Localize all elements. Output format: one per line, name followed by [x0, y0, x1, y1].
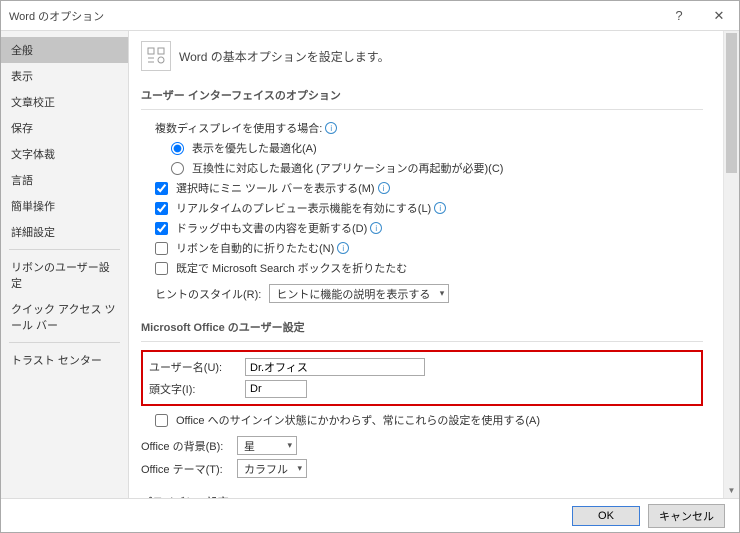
sidebar-item-ease[interactable]: 簡単操作: [1, 193, 128, 219]
scroll-thumb[interactable]: [726, 33, 737, 173]
chk-ms-search-collapse[interactable]: 既定で Microsoft Search ボックスを折りたたむ: [155, 260, 407, 276]
sidebar-item-general[interactable]: 全般: [1, 37, 128, 63]
username-label: ユーザー名(U):: [149, 359, 245, 375]
sidebar: 全般 表示 文章校正 保存 文字体裁 言語 簡単操作 詳細設定 リボンのユーザー…: [1, 31, 129, 498]
chk-always-use-settings[interactable]: Office へのサインイン状態にかかわらず、常にこれらの設定を使用する(A): [155, 412, 540, 428]
radio-compat-priority[interactable]: 互換性に対応した最適化 (アプリケーションの再起動が必要)(C): [171, 160, 503, 176]
ok-button[interactable]: OK: [572, 506, 640, 526]
chk-drag-update[interactable]: ドラッグ中も文書の内容を更新する(D): [155, 220, 367, 236]
titlebar: Word のオプション ? ✕: [1, 1, 739, 31]
page-title: Word の基本オプションを設定します。: [179, 48, 390, 65]
help-button[interactable]: ?: [659, 1, 699, 31]
scrollbar[interactable]: ▲ ▼: [723, 31, 739, 498]
office-theme-select[interactable]: カラフル: [237, 459, 307, 478]
info-icon[interactable]: i: [325, 122, 337, 134]
initials-input[interactable]: [245, 380, 307, 398]
username-input[interactable]: [245, 358, 425, 376]
chk-auto-collapse-ribbon[interactable]: リボンを自動的に折りたたむ(N): [155, 240, 334, 256]
info-icon[interactable]: i: [434, 202, 446, 214]
sidebar-item-display[interactable]: 表示: [1, 63, 128, 89]
office-bg-label: Office の背景(B):: [141, 438, 237, 454]
sidebar-item-trust[interactable]: トラスト センター: [1, 347, 128, 373]
section-user-title: Microsoft Office のユーザー設定: [141, 315, 703, 342]
multi-display-label: 複数ディスプレイを使用する場合:: [155, 120, 322, 136]
window-title: Word のオプション: [9, 8, 659, 24]
info-icon[interactable]: i: [370, 222, 382, 234]
hint-style-select[interactable]: ヒントに機能の説明を表示する: [269, 284, 449, 303]
dialog-footer: OK キャンセル: [1, 498, 739, 532]
radio-display-priority[interactable]: 表示を優先した最適化(A): [171, 140, 317, 156]
section-privacy-title: プライバシー設定: [141, 490, 703, 498]
sidebar-item-advanced[interactable]: 詳細設定: [1, 219, 128, 245]
initials-label: 頭文字(I):: [149, 381, 245, 397]
sidebar-item-ribbon[interactable]: リボンのユーザー設定: [1, 254, 128, 296]
info-icon[interactable]: i: [378, 182, 390, 194]
page-header: Word の基本オプションを設定します。: [141, 41, 703, 71]
sidebar-item-qat[interactable]: クイック アクセス ツール バー: [1, 296, 128, 338]
options-icon: [141, 41, 171, 71]
cancel-button[interactable]: キャンセル: [648, 504, 725, 528]
info-icon[interactable]: i: [337, 242, 349, 254]
section-ui-title: ユーザー インターフェイスのオプション: [141, 83, 703, 110]
highlight-box: ユーザー名(U): 頭文字(I):: [141, 350, 703, 406]
sidebar-item-typography[interactable]: 文字体裁: [1, 141, 128, 167]
close-button[interactable]: ✕: [699, 1, 739, 31]
chk-mini-toolbar[interactable]: 選択時にミニ ツール バーを表示する(M): [155, 180, 375, 196]
sidebar-item-language[interactable]: 言語: [1, 167, 128, 193]
sidebar-item-save[interactable]: 保存: [1, 115, 128, 141]
hint-style-label: ヒントのスタイル(R):: [155, 286, 261, 302]
sidebar-item-proofing[interactable]: 文章校正: [1, 89, 128, 115]
chk-realtime-preview[interactable]: リアルタイムのプレビュー表示機能を有効にする(L): [155, 200, 431, 216]
scroll-down-icon[interactable]: ▼: [724, 482, 739, 498]
office-bg-select[interactable]: 星: [237, 436, 297, 455]
office-theme-label: Office テーマ(T):: [141, 461, 237, 477]
